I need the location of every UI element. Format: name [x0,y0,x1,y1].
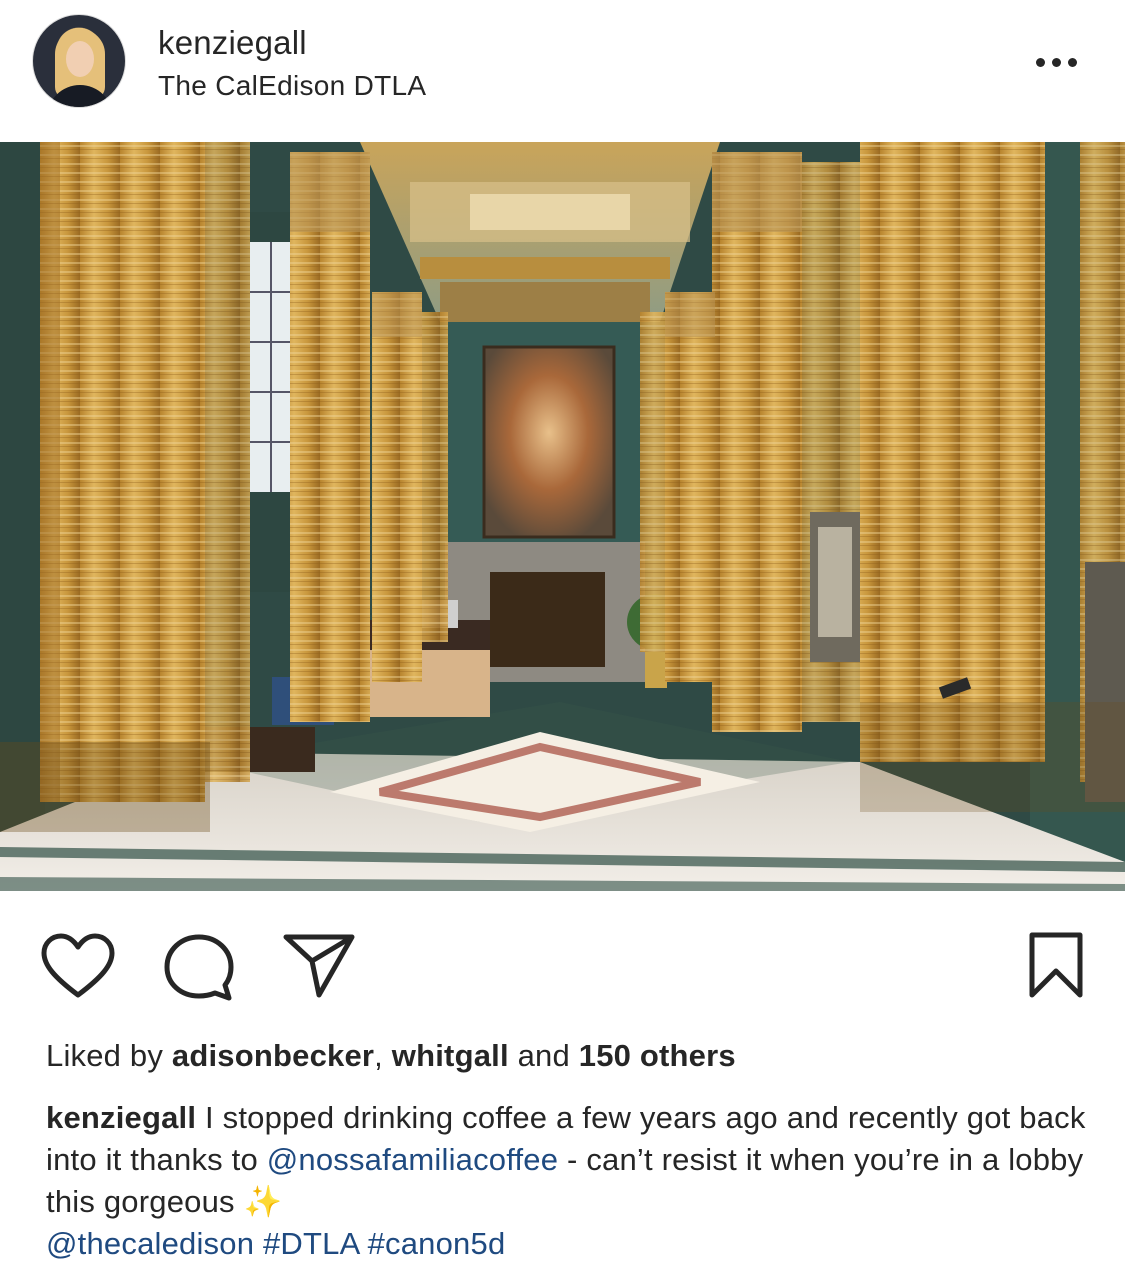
more-options-icon[interactable] [1036,52,1084,72]
post-location[interactable]: The CalEdison DTLA [158,70,426,102]
avatar-face [66,41,94,77]
mention-link[interactable]: @nossafamiliacoffee [267,1142,558,1177]
caption-username[interactable]: kenziegall [46,1100,196,1135]
liked-by-prefix: Liked by [46,1038,172,1073]
sparkles-emoji: ✨ [243,1184,283,1219]
liked-others-link[interactable]: 150 others [579,1038,736,1073]
post-photo[interactable] [0,142,1125,891]
liked-user-link[interactable]: adisonbecker [172,1038,374,1073]
avatar[interactable] [32,14,126,108]
post-username[interactable]: kenziegall [158,24,307,62]
heart-icon[interactable] [40,933,116,999]
liked-separator: , [374,1038,392,1073]
liked-user-link[interactable]: whitgall [392,1038,509,1073]
bookmark-icon[interactable] [1028,931,1084,999]
liked-and: and [508,1038,579,1073]
hashtag-link[interactable]: #DTLA [263,1226,359,1261]
paper-plane-icon[interactable] [282,933,356,999]
hashtag-link[interactable]: #canon5d [368,1226,506,1261]
mention-link[interactable]: @thecaledison [46,1226,254,1261]
likes-summary[interactable]: Liked by adisonbecker, whitgall and 150 … [46,1038,736,1074]
post-caption: kenziegall I stopped drinking coffee a f… [46,1097,1086,1265]
action-bar [0,891,1125,1031]
comment-icon[interactable] [163,933,235,1001]
post-header: kenziegall The CalEdison DTLA [0,0,1125,142]
lobby-photo [0,142,1125,891]
